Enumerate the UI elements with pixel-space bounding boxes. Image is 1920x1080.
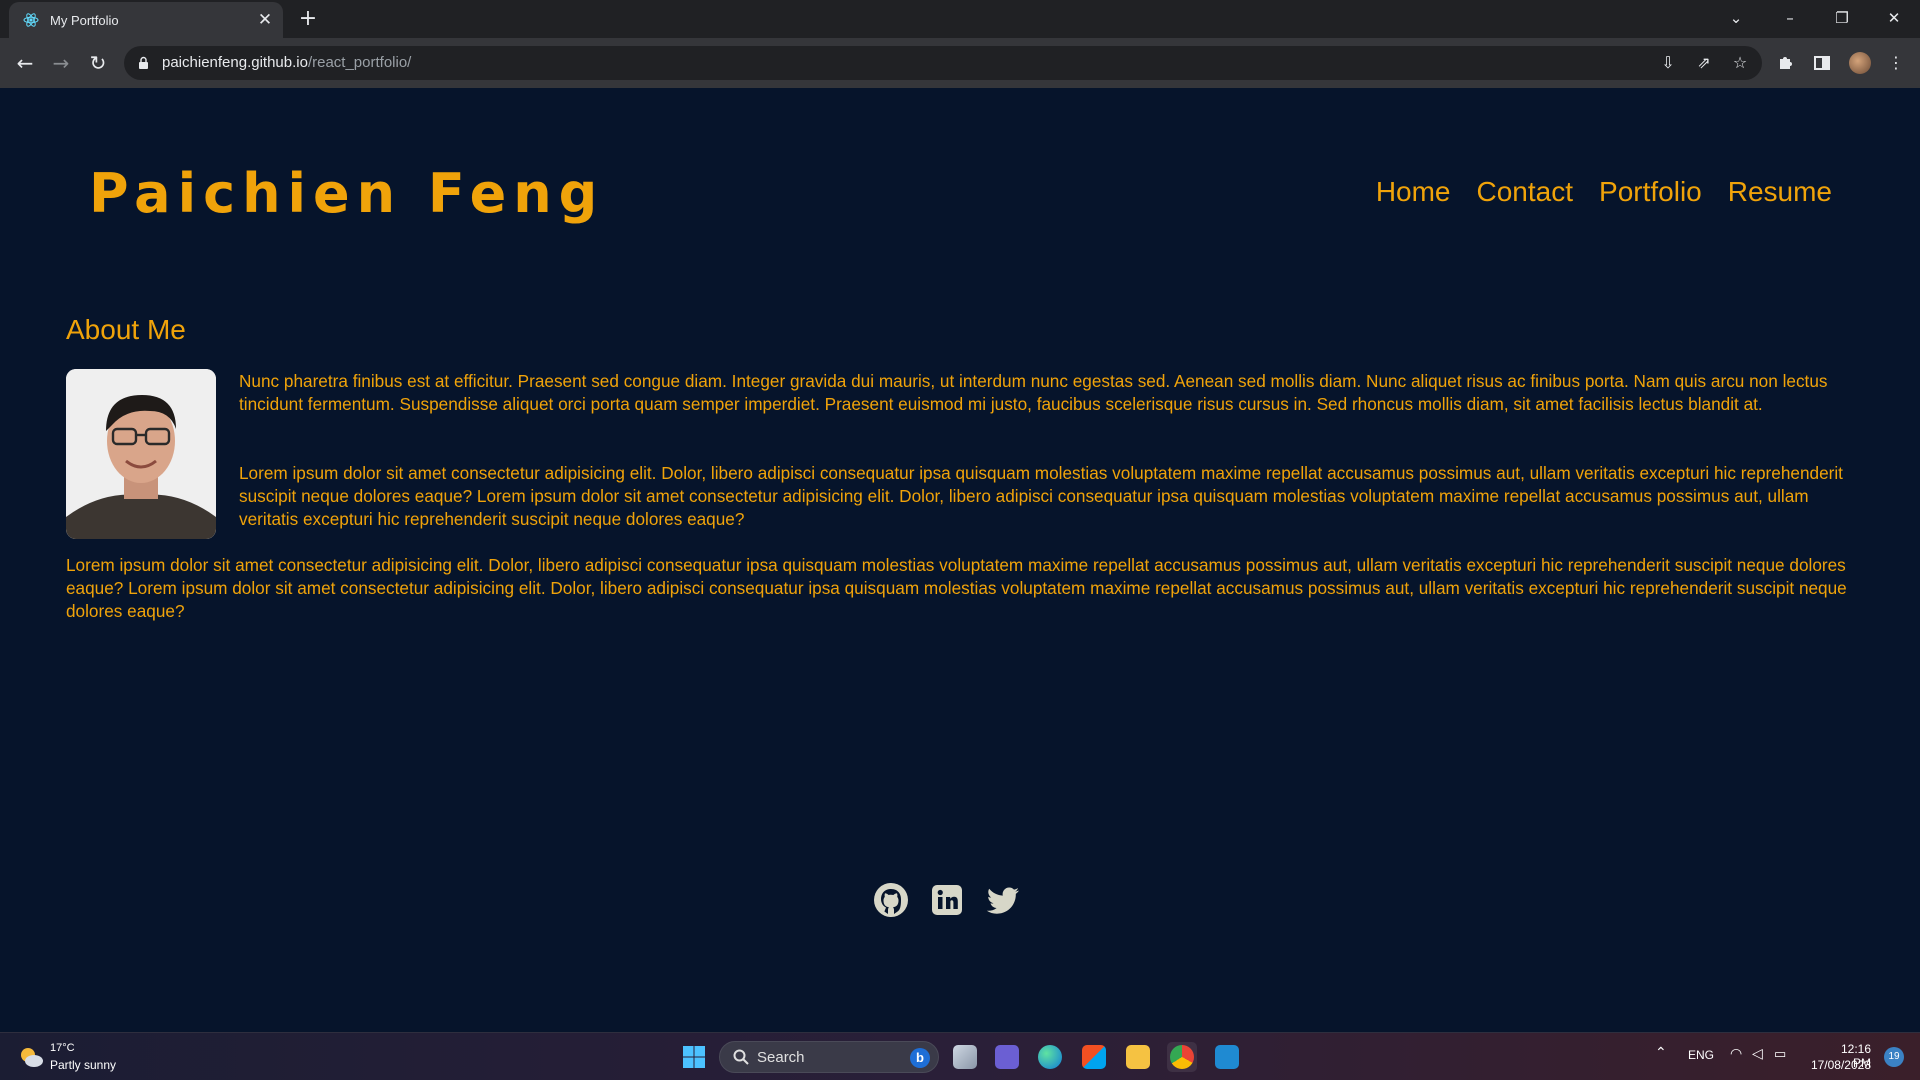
notification-badge[interactable]: 19 <box>1884 1047 1904 1067</box>
about-heading: About Me <box>66 314 186 345</box>
react-icon <box>23 13 39 27</box>
reload-button[interactable]: ↻ <box>85 50 111 76</box>
browser-toolbar: ← → ↻ paichienfeng.github.io/react_portf… <box>0 38 1920 88</box>
about-paragraph: Lorem ipsum dolor sit amet consectetur a… <box>66 555 1847 621</box>
nav-portfolio[interactable]: Portfolio <box>1599 176 1702 208</box>
windows-taskbar: 17°C Partly sunny Search b ⌃ ENG ◠ ◁ ▭ 1… <box>0 1032 1920 1080</box>
address-bar[interactable]: paichienfeng.github.io/react_portfolio/ … <box>124 46 1762 80</box>
nav-home[interactable]: Home <box>1376 176 1451 208</box>
browser-tab-strip: My Portfolio ✕ + ⌄ – ❐ ✕ <box>0 0 1920 38</box>
nav-contact[interactable]: Contact <box>1477 176 1574 208</box>
install-app-icon[interactable]: ⇩ <box>1658 53 1678 73</box>
extensions-puzzle-icon[interactable] <box>1773 50 1799 76</box>
share-icon[interactable]: ⇗ <box>1694 53 1714 73</box>
site-nav: Home Contact Portfolio Resume <box>1376 176 1832 208</box>
partly-sunny-icon[interactable] <box>18 1045 44 1069</box>
back-button[interactable]: ← <box>12 50 38 76</box>
task-view-icon[interactable] <box>950 1042 980 1072</box>
clock-date[interactable]: 17/08/2023 <box>1810 1058 1871 1072</box>
bing-icon[interactable]: b <box>910 1048 930 1068</box>
vscode-icon[interactable] <box>1212 1042 1242 1072</box>
taskbar-search[interactable]: Search b <box>719 1041 939 1073</box>
tab-title: My Portfolio <box>50 13 119 28</box>
tab-search-chevron-icon[interactable]: ⌄ <box>1716 4 1756 32</box>
weather-temperature[interactable]: 17°C <box>50 1042 75 1054</box>
restore-button[interactable]: ❐ <box>1822 4 1862 32</box>
browser-tab[interactable]: My Portfolio ✕ <box>9 2 283 38</box>
close-tab-icon[interactable]: ✕ <box>255 10 275 30</box>
minimize-button[interactable]: – <box>1770 4 1810 32</box>
file-explorer-icon[interactable] <box>1123 1042 1153 1072</box>
github-icon[interactable] <box>872 881 910 919</box>
profile-photo <box>66 369 216 539</box>
weather-description[interactable]: Partly sunny <box>50 1058 116 1072</box>
about-paragraph: Lorem ipsum dolor sit amet consectetur a… <box>239 463 1843 529</box>
lock-icon <box>139 56 148 69</box>
tray-overflow-chevron-icon[interactable]: ⌃ <box>1655 1044 1667 1061</box>
about-paragraph: Nunc pharetra finibus est at efficitur. … <box>239 371 1828 414</box>
social-links <box>872 881 1022 919</box>
url-host: paichienfeng.github.io <box>162 54 308 71</box>
side-panel-icon[interactable] <box>1809 50 1835 76</box>
bookmark-star-icon[interactable]: ☆ <box>1730 53 1750 73</box>
url-text[interactable]: paichienfeng.github.io/react_portfolio/ <box>162 54 411 71</box>
menu-kebab-icon[interactable]: ⋮ <box>1883 50 1909 76</box>
forward-button[interactable]: → <box>48 50 74 76</box>
search-icon <box>733 1049 749 1065</box>
language-indicator[interactable]: ENG <box>1688 1048 1714 1062</box>
edge-browser-icon[interactable] <box>1035 1042 1065 1072</box>
search-label: Search <box>757 1049 805 1066</box>
profile-avatar[interactable] <box>1849 52 1871 74</box>
profile-photo-illustration <box>66 369 216 539</box>
nav-resume[interactable]: Resume <box>1728 176 1832 208</box>
microsoft-store-icon[interactable] <box>1079 1042 1109 1072</box>
linkedin-icon[interactable] <box>928 881 966 919</box>
url-path: /react_portfolio/ <box>307 54 412 71</box>
chrome-icon[interactable] <box>1167 1042 1197 1072</box>
site-title: Paichien Feng <box>89 162 605 225</box>
portfolio-page: Paichien Feng Home Contact Portfolio Res… <box>0 88 1920 1032</box>
windows-start-icon[interactable] <box>682 1045 706 1069</box>
battery-icon[interactable]: ▭ <box>1774 1046 1786 1062</box>
wifi-icon[interactable]: ◠ <box>1730 1045 1742 1062</box>
volume-icon[interactable]: ◁ <box>1752 1045 1763 1062</box>
teams-chat-icon[interactable] <box>992 1042 1022 1072</box>
twitter-icon[interactable] <box>984 881 1022 919</box>
new-tab-button[interactable]: + <box>296 7 320 31</box>
close-window-button[interactable]: ✕ <box>1874 4 1914 32</box>
